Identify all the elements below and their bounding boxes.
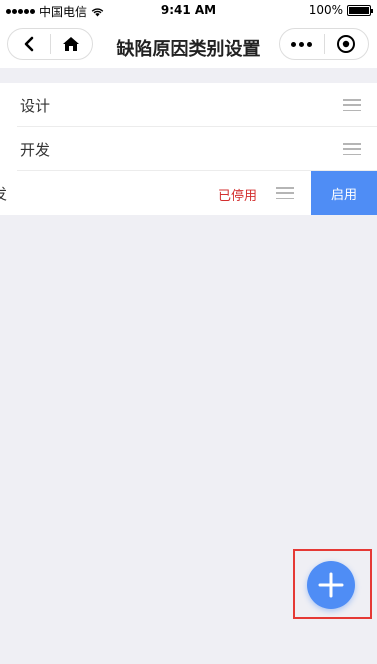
more-icon bbox=[291, 41, 313, 47]
status-badge: 已停用 bbox=[218, 189, 258, 204]
list-item[interactable]: 开发 bbox=[0, 127, 377, 171]
status-right: 100% bbox=[308, 3, 373, 17]
add-category-button[interactable] bbox=[307, 561, 355, 609]
category-label: 设计 bbox=[20, 97, 51, 115]
category-label: 开发 bbox=[20, 141, 51, 159]
battery-percent: 100% bbox=[308, 3, 343, 17]
enable-button[interactable]: 启用 bbox=[311, 171, 377, 215]
nav-bar: 缺陷原因类别设置 bbox=[0, 22, 377, 68]
status-bar: 中国电信 9:41 AM 100% bbox=[0, 0, 377, 22]
swiped-list-item[interactable]: 发 已停用 启用 bbox=[0, 171, 377, 215]
plus-icon bbox=[318, 572, 344, 598]
screen: 中国电信 9:41 AM 100% 缺陷原因类别设置 设计 开发 已停用 启用 bbox=[0, 0, 377, 664]
close-circle-icon bbox=[337, 35, 356, 53]
list-item-body: 开发 bbox=[17, 127, 377, 171]
drag-handle-icon[interactable] bbox=[343, 143, 361, 155]
battery-icon bbox=[347, 4, 373, 16]
nav-capsule-right bbox=[279, 28, 369, 60]
category-label: 发 bbox=[0, 183, 7, 204]
category-list: 设计 开发 发 已停用 启用 bbox=[0, 83, 377, 215]
close-mini-program-button[interactable] bbox=[325, 29, 369, 59]
more-button[interactable] bbox=[280, 29, 324, 59]
list-item-body: 设计 bbox=[17, 83, 377, 127]
drag-handle-icon[interactable] bbox=[276, 187, 294, 199]
drag-handle-icon[interactable] bbox=[343, 99, 361, 111]
list-item[interactable]: 设计 bbox=[0, 83, 377, 127]
